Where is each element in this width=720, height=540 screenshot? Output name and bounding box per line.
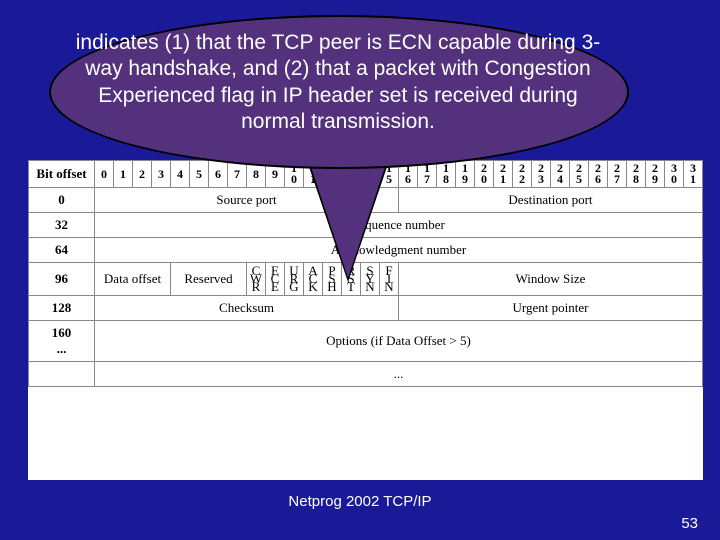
bit-col: 5	[190, 161, 209, 188]
bit-col: 24	[551, 161, 570, 188]
bit-col: 23	[532, 161, 551, 188]
page-number: 53	[681, 515, 698, 532]
bit-col: 21	[494, 161, 513, 188]
row-offset: 128	[29, 296, 95, 321]
bit-col: 28	[627, 161, 646, 188]
field-cell: Options (if Data Offset > 5)	[95, 321, 703, 362]
field-cell: Acknowledgment number	[95, 238, 703, 263]
field-cell: Window Size	[399, 263, 703, 296]
bit-col: 31	[684, 161, 703, 188]
field-cell: Data offset	[95, 263, 171, 296]
bit-col: 20	[475, 161, 494, 188]
row-offset: 64	[29, 238, 95, 263]
bit-col: 2	[133, 161, 152, 188]
field-cell: Destination port	[399, 188, 703, 213]
field-cell: Urgent pointer	[399, 296, 703, 321]
bit-col: 19	[456, 161, 475, 188]
field-cell: ECE	[266, 263, 285, 296]
bit-col: 26	[589, 161, 608, 188]
field-cell: Sequence number	[95, 213, 703, 238]
bit-col: 1	[114, 161, 133, 188]
slide: Bit offset012345678910111213141516171819…	[0, 0, 720, 540]
bit-col: 25	[570, 161, 589, 188]
field-cell: Checksum	[95, 296, 399, 321]
field-cell: Reserved	[171, 263, 247, 296]
bit-offset-header: Bit offset	[29, 161, 95, 188]
row-offset: 0	[29, 188, 95, 213]
bit-col: 30	[665, 161, 684, 188]
footer-center: Netprog 2002 TCP/IP	[0, 493, 720, 510]
bit-col: 3	[152, 161, 171, 188]
callout-tail	[308, 158, 388, 278]
bit-col: 0	[95, 161, 114, 188]
row-offset: 96	[29, 263, 95, 296]
bit-col: 27	[608, 161, 627, 188]
callout-text: indicates (1) that the TCP peer is ECN c…	[70, 30, 606, 135]
field-cell: URG	[285, 263, 304, 296]
row-offset: 32	[29, 213, 95, 238]
bit-col: 18	[437, 161, 456, 188]
bit-col: 6	[209, 161, 228, 188]
bit-col: 4	[171, 161, 190, 188]
row-offset: 160...	[29, 321, 95, 362]
bit-col: 22	[513, 161, 532, 188]
field-cell: ...	[95, 362, 703, 387]
bit-col: 29	[646, 161, 665, 188]
row-offset	[29, 362, 95, 387]
field-cell: CWR	[247, 263, 266, 296]
